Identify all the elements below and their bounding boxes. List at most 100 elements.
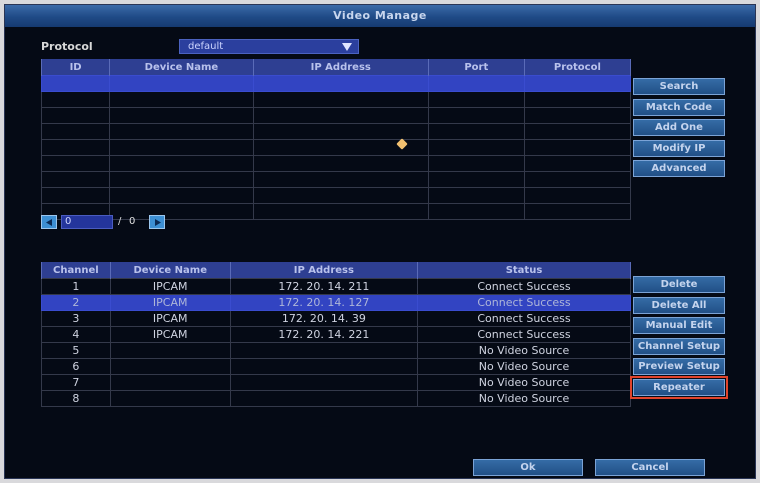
repeater-button[interactable]: Repeater: [630, 375, 728, 399]
channel-cell-ip: 172. 20. 14. 127: [229, 294, 419, 311]
search-button[interactable]: Search: [633, 78, 725, 95]
channel-cell-ip: 172. 20. 14. 211: [229, 278, 419, 295]
device-table-cell: [109, 91, 254, 108]
channel-cell-ip: [229, 390, 419, 407]
channel-table-row[interactable]: 3 IPCAM 172. 20. 14. 39 Connect Success: [41, 310, 631, 327]
device-table-row[interactable]: [40, 187, 632, 204]
channel-cell-status: No Video Source: [417, 374, 631, 391]
advanced-button[interactable]: Advanced: [633, 160, 725, 177]
device-table-cell: [427, 107, 525, 124]
device-table-cell: [427, 91, 525, 108]
device-table-cell: [523, 91, 632, 108]
device-table-cell: [40, 91, 111, 108]
channel-table-row[interactable]: 4 IPCAM 172. 20. 14. 221 Connect Success: [41, 326, 631, 343]
delete-all-button[interactable]: Delete All: [633, 296, 725, 314]
device-table-cell: [40, 123, 111, 140]
device-table-row[interactable]: [40, 139, 632, 156]
channel-table-row[interactable]: 5 No Video Source: [41, 342, 631, 359]
device-table-cell: [523, 139, 632, 156]
page-prev-button[interactable]: [41, 215, 57, 229]
col-header-device-name: Device Name: [109, 59, 254, 76]
channel-cell-ip: [229, 374, 419, 391]
arrow-left-icon: [46, 219, 52, 226]
device-table-cell: [40, 171, 111, 188]
device-table-row[interactable]: [40, 155, 632, 172]
device-table-cell: [109, 171, 254, 188]
device-table-cell: [252, 107, 429, 124]
device-table-row[interactable]: [40, 171, 632, 188]
device-table-cell: [523, 155, 632, 172]
channel-table-row[interactable]: 8 No Video Source: [41, 390, 631, 407]
channel-cell-device: [109, 374, 231, 391]
col-header-status: Status: [417, 262, 631, 279]
channel-cell-status: No Video Source: [417, 342, 631, 359]
match-code-button[interactable]: Match Code: [633, 98, 725, 116]
channel-table-row[interactable]: 1 IPCAM 172. 20. 14. 211 Connect Success: [41, 278, 631, 295]
device-table-row[interactable]: [40, 107, 632, 124]
add-one-button[interactable]: Add One: [633, 119, 725, 136]
delete-button[interactable]: Delete: [633, 276, 725, 293]
device-table-cell: [252, 171, 429, 188]
device-table-cell: [252, 187, 429, 204]
channel-cell-device: [109, 342, 231, 359]
device-table-cell: [427, 75, 525, 92]
page-next-button[interactable]: [149, 215, 165, 229]
device-table-cell: [252, 155, 429, 172]
col-header-protocol: Protocol: [523, 59, 632, 76]
channel-cell-status: Connect Success: [417, 278, 631, 295]
col-header-channel: Channel: [41, 262, 111, 279]
manual-edit-button[interactable]: Manual Edit: [633, 317, 725, 334]
channel-cell-device: IPCAM: [109, 294, 231, 311]
device-table-cell: [40, 107, 111, 124]
device-table-cell: [427, 203, 525, 220]
channel-cell-status: Connect Success: [417, 326, 631, 343]
channel-cell-channel: 4: [41, 326, 111, 343]
window-title: Video Manage: [5, 5, 755, 27]
ok-button[interactable]: Ok: [473, 459, 583, 476]
device-table-cell: [40, 187, 111, 204]
device-table-cell: [109, 75, 254, 92]
device-table-cell: [427, 139, 525, 156]
page-total: 0: [129, 216, 136, 227]
channel-cell-status: No Video Source: [417, 358, 631, 375]
modify-ip-button[interactable]: Modify IP: [633, 139, 725, 157]
device-table-cell: [427, 171, 525, 188]
page-current-field[interactable]: 0: [61, 215, 113, 229]
device-table-cell: [427, 155, 525, 172]
channel-table-row[interactable]: 2 IPCAM 172. 20. 14. 127 Connect Success: [41, 294, 631, 311]
device-table-cell: [109, 139, 254, 156]
channel-cell-channel: 3: [41, 310, 111, 327]
device-table-row[interactable]: [40, 123, 632, 140]
device-table-cell: [252, 91, 429, 108]
device-table-cell: [523, 187, 632, 204]
channel-cell-status: Connect Success: [417, 310, 631, 327]
device-table-cell: [109, 187, 254, 204]
preview-setup-button[interactable]: Preview Setup: [633, 358, 725, 375]
device-table-cell: [40, 155, 111, 172]
channel-cell-ip: [229, 342, 419, 359]
chevron-down-icon: [342, 43, 352, 51]
cancel-button[interactable]: Cancel: [595, 459, 705, 476]
arrow-right-icon: [155, 219, 161, 226]
channel-table-row[interactable]: 6 No Video Source: [41, 358, 631, 375]
channel-setup-button[interactable]: Channel Setup: [633, 337, 725, 355]
device-table-cell: [427, 123, 525, 140]
channel-table-row[interactable]: 7 No Video Source: [41, 374, 631, 391]
channel-cell-channel: 6: [41, 358, 111, 375]
device-table-cell: [427, 187, 525, 204]
protocol-select[interactable]: default: [179, 39, 359, 54]
col-header-device-name: Device Name: [109, 262, 231, 279]
device-table: ID Device Name IP Address Port Protocol: [40, 59, 632, 220]
channel-cell-device: IPCAM: [109, 326, 231, 343]
channel-cell-ip: 172. 20. 14. 221: [229, 326, 419, 343]
channel-cell-device: [109, 358, 231, 375]
protocol-select-value: default: [188, 41, 224, 52]
device-table-row[interactable]: [40, 91, 632, 108]
channel-cell-ip: [229, 358, 419, 375]
channel-cell-channel: 7: [41, 374, 111, 391]
channel-cell-ip: 172. 20. 14. 39: [229, 310, 419, 327]
device-table-cell: [523, 123, 632, 140]
device-table-row[interactable]: [40, 75, 632, 92]
channel-cell-status: No Video Source: [417, 390, 631, 407]
device-table-cell: [109, 107, 254, 124]
